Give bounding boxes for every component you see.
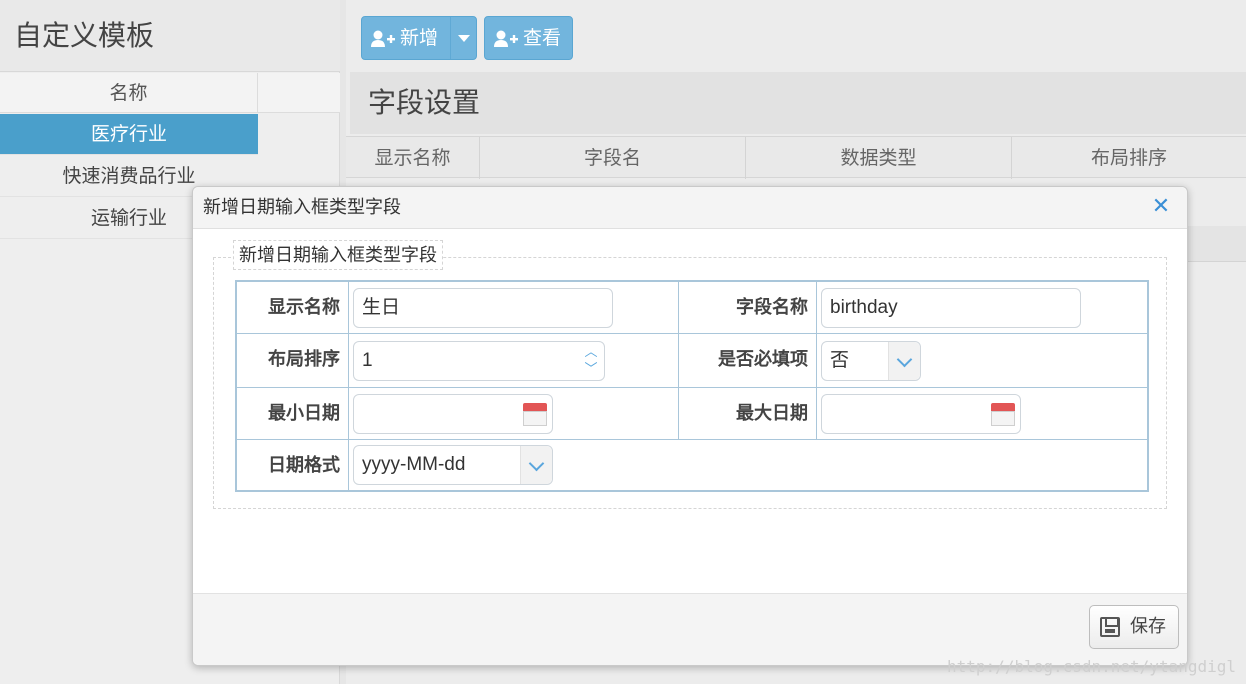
chevron-down-icon[interactable] bbox=[888, 342, 920, 380]
fields-grid-header: 显示名称 字段名 数据类型 布局排序 bbox=[346, 136, 1246, 179]
min-date-cell bbox=[349, 388, 679, 440]
layout-order-stepper[interactable]: 1 ︿ ﹀ bbox=[353, 341, 605, 381]
chevron-down-icon[interactable] bbox=[450, 17, 476, 59]
field-name-input[interactable]: birthday bbox=[821, 288, 1081, 328]
layout-order-value: 1 bbox=[362, 350, 373, 371]
display-name-cell: 生日 bbox=[349, 282, 679, 334]
date-format-select[interactable]: yyyy-MM-dd bbox=[353, 445, 553, 485]
min-date-input[interactable] bbox=[353, 394, 553, 434]
add-date-field-dialog: 新增日期输入框类型字段 ✕ 新增日期输入框类型字段 显示名称 生日 字段名称 b… bbox=[192, 186, 1188, 666]
column-header-blank bbox=[258, 73, 340, 113]
dialog-title: 新增日期输入框类型字段 bbox=[193, 187, 1187, 229]
fieldset-legend: 新增日期输入框类型字段 bbox=[233, 240, 443, 270]
field-name-cell: birthday bbox=[817, 282, 1147, 334]
chevron-down-icon[interactable] bbox=[520, 446, 552, 484]
chevron-down-icon[interactable]: ﹀ bbox=[584, 362, 598, 376]
field-name-label: 字段名称 bbox=[679, 282, 817, 334]
save-button-label: 保存 bbox=[1130, 616, 1166, 637]
layout-order-cell: 1 ︿ ﹀ bbox=[349, 334, 679, 388]
section-title: 字段设置 bbox=[350, 72, 1246, 134]
view-user-icon bbox=[493, 29, 519, 49]
calendar-icon[interactable] bbox=[522, 401, 548, 427]
column-header-name: 名称 bbox=[0, 73, 258, 113]
date-format-label: 日期格式 bbox=[237, 440, 349, 490]
form-table: 显示名称 生日 字段名称 birthday 布局排序 1 ︿ ﹀ 是否必填项 否… bbox=[235, 280, 1149, 492]
calendar-icon[interactable] bbox=[990, 401, 1016, 427]
view-button[interactable]: 查看 bbox=[484, 16, 573, 60]
add-button[interactable]: 新增 bbox=[361, 16, 477, 60]
max-date-label: 最大日期 bbox=[679, 388, 817, 440]
required-value: 否 bbox=[830, 350, 850, 371]
save-button[interactable]: 保存 bbox=[1089, 605, 1179, 649]
required-label: 是否必填项 bbox=[679, 334, 817, 388]
required-cell: 否 bbox=[817, 334, 1147, 388]
column-header-layout-order[interactable]: 布局排序 bbox=[1012, 137, 1246, 179]
display-name-input[interactable]: 生日 bbox=[353, 288, 613, 328]
watermark: http://blog.csdn.net/ytangdigl bbox=[947, 657, 1236, 676]
dialog-footer: 保存 bbox=[193, 593, 1187, 665]
max-date-input[interactable] bbox=[821, 394, 1021, 434]
chevron-up-icon[interactable]: ︿ bbox=[584, 345, 598, 359]
min-date-label: 最小日期 bbox=[237, 388, 349, 440]
list-item-medical[interactable]: 医疗行业 bbox=[0, 114, 258, 155]
close-icon[interactable]: ✕ bbox=[1149, 195, 1173, 219]
panel-title: 自定义模板 bbox=[0, 0, 340, 72]
column-header-display-name[interactable]: 显示名称 bbox=[346, 137, 480, 179]
column-header-data-type[interactable]: 数据类型 bbox=[746, 137, 1012, 179]
layout-order-label: 布局排序 bbox=[237, 334, 349, 388]
display-name-label: 显示名称 bbox=[237, 282, 349, 334]
date-format-cell: yyyy-MM-dd bbox=[349, 440, 1147, 490]
view-button-label: 查看 bbox=[523, 27, 562, 49]
max-date-cell bbox=[817, 388, 1147, 440]
add-button-label: 新增 bbox=[400, 27, 439, 49]
column-header-field-name[interactable]: 字段名 bbox=[480, 137, 746, 179]
required-select[interactable]: 否 bbox=[821, 341, 921, 381]
floppy-disk-icon bbox=[1100, 617, 1120, 637]
date-format-value: yyyy-MM-dd bbox=[362, 454, 466, 475]
add-user-icon bbox=[370, 29, 396, 49]
